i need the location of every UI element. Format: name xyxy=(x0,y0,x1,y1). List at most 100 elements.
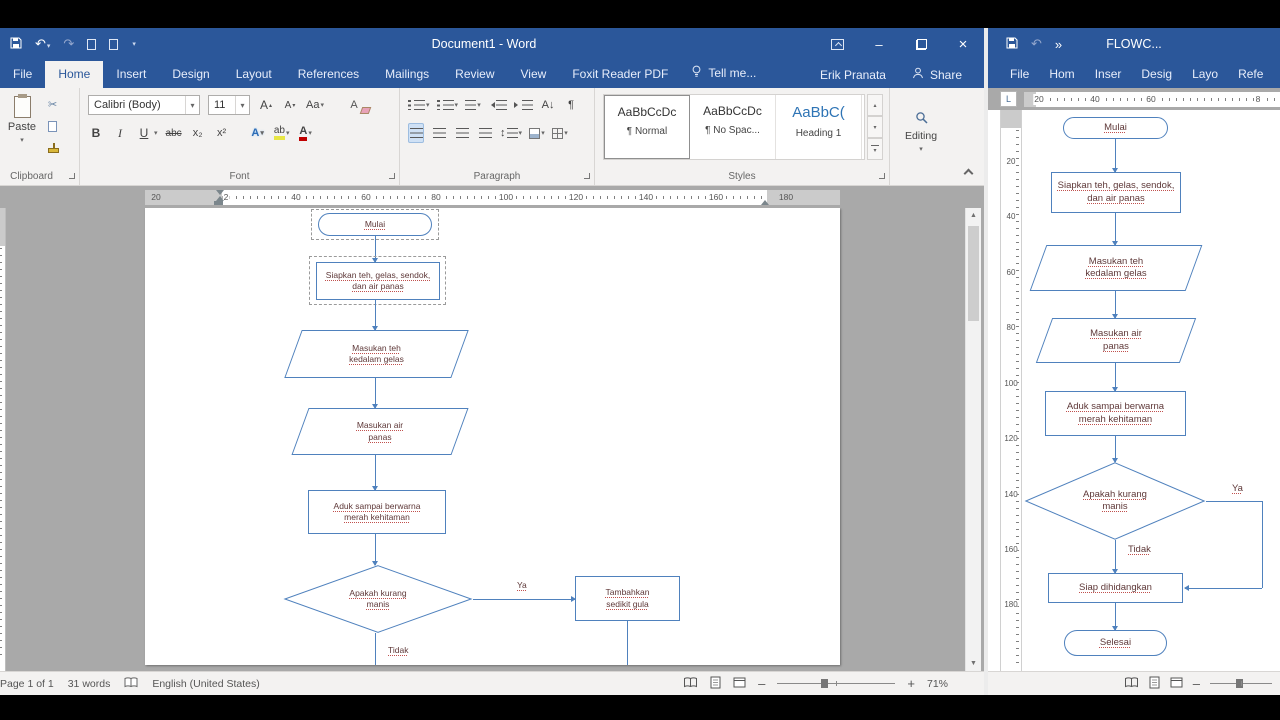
close-button[interactable]: × xyxy=(942,28,984,60)
borders-button[interactable]: ▾ xyxy=(552,123,568,143)
zoom-out-button[interactable]: – xyxy=(1193,676,1200,691)
scroll-up-arrow[interactable]: ▲ xyxy=(966,208,981,223)
font-dialog-launcher-icon[interactable] xyxy=(389,173,395,179)
zoom-slider[interactable] xyxy=(1210,678,1272,689)
save-icon[interactable] xyxy=(10,37,22,52)
flowchart-process-aduk[interactable]: Aduk sampai berwarna merah kehitaman xyxy=(1045,391,1186,436)
tab-insert[interactable]: Inser xyxy=(1085,61,1132,88)
flowchart-connector[interactable] xyxy=(1112,291,1118,319)
text-highlight-button[interactable]: ab ▾ xyxy=(273,123,290,143)
zoom-percentage[interactable]: 71% xyxy=(927,678,948,690)
flowchart-process-siapkan[interactable]: Siapkan teh, gelas, sendok, dan air pana… xyxy=(1051,172,1181,213)
right-indent-marker[interactable] xyxy=(761,196,769,205)
superscript-button[interactable]: x² xyxy=(214,123,230,143)
flowchart-connector[interactable] xyxy=(1112,213,1118,246)
font-color-button[interactable]: A ▾ xyxy=(298,123,314,143)
numbering-button[interactable]: ▾ xyxy=(436,95,458,115)
proofing-icon[interactable] xyxy=(124,676,138,691)
scroll-down-arrow[interactable]: ▼ xyxy=(966,656,981,671)
shrink-font-button[interactable]: A ▾ xyxy=(282,95,298,115)
share-button[interactable]: Share xyxy=(912,67,962,82)
style-no-spacing[interactable]: AaBbCcDc ¶ No Spac... xyxy=(690,95,776,159)
flowchart-process-aduk[interactable]: Aduk sampai berwarna merah kehitaman xyxy=(308,490,446,534)
scrollbar-thumb[interactable] xyxy=(968,226,979,321)
italic-button[interactable]: I xyxy=(112,123,128,143)
styles-scroll-up-button[interactable]: ▴ xyxy=(867,94,883,116)
clear-formatting-button[interactable]: A xyxy=(346,95,362,115)
flowchart-connector[interactable] xyxy=(1112,363,1118,392)
align-left-button[interactable] xyxy=(408,123,424,143)
flowchart-terminator-selesai[interactable]: Selesai xyxy=(1064,630,1167,656)
flowchart-connector[interactable] xyxy=(1112,139,1118,173)
format-painter-button[interactable] xyxy=(48,140,59,156)
account-name[interactable]: Erik Pranata xyxy=(820,68,886,82)
web-layout-icon[interactable] xyxy=(733,677,746,691)
bullets-button[interactable]: ▾ xyxy=(408,95,430,115)
label-tidak[interactable]: Tidak xyxy=(388,645,408,655)
tab-layout[interactable]: Layo xyxy=(1182,61,1228,88)
decrease-indent-button[interactable] xyxy=(488,95,508,115)
customize-qat-icon[interactable]: ▾ xyxy=(132,40,136,48)
save-icon[interactable] xyxy=(1006,37,1018,52)
copy-button[interactable] xyxy=(48,117,62,134)
underline-dropdown-icon[interactable]: ▾ xyxy=(154,129,158,137)
undo-icon[interactable]: ↶ xyxy=(1031,36,1042,52)
tab-file[interactable]: File xyxy=(0,61,45,88)
cut-button[interactable]: ✂ xyxy=(48,96,57,112)
zoom-out-button[interactable]: – xyxy=(758,676,765,691)
show-paragraph-marks-button[interactable]: ¶ xyxy=(563,95,579,115)
flowchart-io-masukan-teh[interactable]: Masukan teh kedalam gelas xyxy=(1029,245,1203,291)
flowchart-connector-ya[interactable] xyxy=(473,596,576,602)
tab-insert[interactable]: Insert xyxy=(103,61,159,88)
document-page[interactable]: Mulai Siapkan teh, gelas, sendok, dan ai… xyxy=(145,208,840,665)
shading-button[interactable]: ▾ xyxy=(529,123,545,143)
tab-references[interactable]: Refe xyxy=(1228,61,1273,88)
flowchart-process-siapkan[interactable]: Siapkan teh, gelas, sendok, dan air pana… xyxy=(316,262,440,300)
restore-button[interactable] xyxy=(900,28,942,60)
qat-overflow-icon[interactable]: » xyxy=(1055,37,1062,52)
sort-button[interactable]: A↓ xyxy=(540,95,556,115)
tab-mailings[interactable]: Mailings xyxy=(372,61,442,88)
tell-me-box[interactable]: Tell me... xyxy=(681,59,766,88)
print-layout-icon[interactable] xyxy=(710,676,721,692)
font-size-combobox[interactable]: 11 ▾ xyxy=(208,95,250,115)
underline-button[interactable]: U xyxy=(136,123,152,143)
page-indicator[interactable]: Page 1 of 1 xyxy=(0,678,54,690)
new-document-icon[interactable] xyxy=(109,38,119,50)
preview-document-icon[interactable] xyxy=(87,38,97,50)
justify-button[interactable] xyxy=(477,123,493,143)
styles-dialog-launcher-icon[interactable] xyxy=(879,173,885,179)
tab-home[interactable]: Hom xyxy=(1039,61,1084,88)
print-layout-icon[interactable] xyxy=(1149,676,1160,692)
word-count[interactable]: 31 words xyxy=(68,678,111,690)
flowchart-terminator-mulai[interactable]: Mulai xyxy=(1063,117,1168,139)
multilevel-list-button[interactable]: ▾ xyxy=(465,95,481,115)
vertical-scrollbar[interactable]: ▲ ▼ xyxy=(965,208,981,671)
tab-home[interactable]: Home xyxy=(45,61,104,88)
web-layout-icon[interactable] xyxy=(1170,677,1183,691)
style-heading-1[interactable]: AaBbC( Heading 1 xyxy=(776,95,862,159)
flowchart-process-tambahkan[interactable]: Tambahkan sedikit gula xyxy=(575,576,680,621)
flowchart-io-masukan-air[interactable]: Masukan air panas xyxy=(1035,318,1197,363)
tab-review[interactable]: Review xyxy=(442,61,507,88)
tab-references[interactable]: References xyxy=(285,61,372,88)
read-mode-icon[interactable] xyxy=(1124,676,1139,691)
left-indent-marker[interactable] xyxy=(214,201,223,205)
collapse-ribbon-icon[interactable] xyxy=(963,168,974,179)
flowchart-process-siap[interactable]: Siap dihidangkan xyxy=(1048,573,1183,603)
align-right-button[interactable] xyxy=(454,123,470,143)
tab-design[interactable]: Desig xyxy=(1131,61,1182,88)
paste-button[interactable]: Paste ▾ xyxy=(2,94,42,168)
flowchart-connector[interactable] xyxy=(372,455,378,491)
hanging-indent-marker[interactable] xyxy=(216,192,224,201)
tab-design[interactable]: Design xyxy=(159,61,222,88)
align-center-button[interactable] xyxy=(431,123,447,143)
flowchart-connector[interactable] xyxy=(627,621,628,665)
font-name-combobox[interactable]: Calibri (Body) ▾ xyxy=(88,95,200,115)
paragraph-dialog-launcher-icon[interactable] xyxy=(584,173,590,179)
increase-indent-button[interactable] xyxy=(514,95,534,115)
styles-more-button[interactable]: ▾ xyxy=(867,138,883,160)
minimize-button[interactable]: – xyxy=(858,28,900,60)
text-effects-button[interactable]: A ▾ xyxy=(250,123,266,143)
flowchart-connector[interactable] xyxy=(1262,501,1263,588)
